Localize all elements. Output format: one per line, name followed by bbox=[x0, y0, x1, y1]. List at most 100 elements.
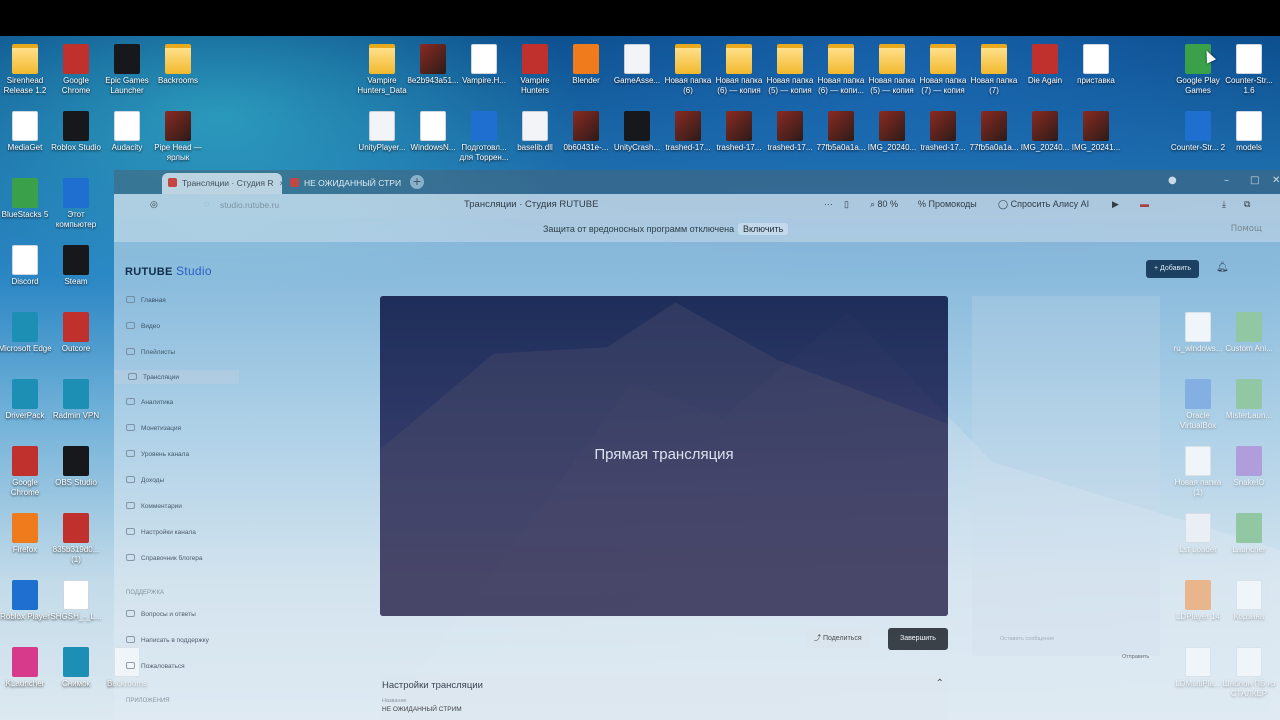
desktop-icon[interactable]: Этот компьютер bbox=[48, 178, 104, 230]
desktop-icon[interactable]: trashed-17... bbox=[762, 111, 818, 153]
desktop-icon[interactable]: Backrooms bbox=[150, 44, 206, 86]
desktop-icon[interactable]: IMG_20241... bbox=[1068, 111, 1124, 153]
desktop-icon[interactable]: Новая папка (7) — копия bbox=[915, 44, 971, 96]
desktop-icon[interactable]: Новая папка (6) — копия bbox=[711, 44, 767, 96]
nav-item-income[interactable]: Доходы bbox=[126, 476, 164, 484]
desktop-icon[interactable]: Google Play Games bbox=[1170, 44, 1226, 96]
profile-icon[interactable]: ● bbox=[1168, 175, 1177, 186]
desktop-icon[interactable]: MediaGet bbox=[0, 111, 53, 153]
desktop-icon[interactable]: 835b319d0... (1) bbox=[48, 513, 104, 565]
desktop-icon[interactable]: Firefox bbox=[0, 513, 53, 555]
settings-title[interactable]: Настройки трансляции bbox=[382, 680, 483, 691]
extension-icon[interactable]: ▬ bbox=[1140, 199, 1149, 209]
desktop-icon[interactable]: SHGSH_-_L... bbox=[48, 580, 104, 622]
desktop-icon[interactable]: приставка bbox=[1068, 44, 1124, 86]
nav-item-channel-settings[interactable]: Настройки канала bbox=[126, 528, 196, 536]
desktop-icon[interactable]: Counter-Str... 2 bbox=[1170, 111, 1226, 153]
nav-item-faq[interactable]: Вопросы и ответы bbox=[126, 610, 196, 618]
promo-button[interactable]: % Промокоды bbox=[918, 199, 977, 209]
desktop-icon[interactable]: IMG_20240... bbox=[864, 111, 920, 153]
desktop-icon[interactable]: Новая папка (5) — копия bbox=[864, 44, 920, 96]
stream-name-value[interactable]: НЕ ОЖИДАННЫЙ СТРИМ bbox=[382, 706, 462, 713]
nav-item-broadcasts[interactable]: Трансляции bbox=[114, 370, 239, 384]
extensions-icon[interactable]: ⧉ bbox=[1244, 199, 1250, 210]
desktop-icon[interactable]: Epic Games Launcher bbox=[99, 44, 155, 96]
minimize-icon[interactable]: – bbox=[1224, 175, 1229, 186]
bookmark-icon[interactable]: ▯ bbox=[844, 199, 849, 210]
nav-item-write-support[interactable]: Написать в поддержку bbox=[126, 636, 209, 644]
tab-studio[interactable]: Трансляции · Студия R × bbox=[162, 173, 282, 194]
desktop-icon[interactable]: Новая папка (6) bbox=[660, 44, 716, 96]
alice-button[interactable]: ◯ Спросить Алису AI bbox=[998, 199, 1089, 210]
desktop-icon[interactable]: Counter-Str... 1.6 bbox=[1221, 44, 1277, 96]
desktop-icon[interactable]: IMG_20240... bbox=[1017, 111, 1073, 153]
back-icon[interactable]: ◎ bbox=[150, 199, 158, 210]
zoom-indicator[interactable]: ⌕ 80 % bbox=[870, 199, 898, 210]
desktop-icon[interactable]: Roblox Studio bbox=[48, 111, 104, 153]
desktop-icon[interactable]: GameAsse... bbox=[609, 44, 665, 86]
desktop-icon[interactable]: Blender bbox=[558, 44, 614, 86]
desktop-icon[interactable]: trashed-17... bbox=[711, 111, 767, 153]
nav-item-playlists[interactable]: Плейлисты bbox=[126, 348, 175, 356]
desktop-icon[interactable]: Google Chrome bbox=[48, 44, 104, 96]
desktop-icon[interactable]: Pipe Head — ярлык bbox=[150, 111, 206, 163]
desktop-icon[interactable]: Microsoft Edge bbox=[0, 312, 53, 354]
desktop-icon[interactable]: trashed-17... bbox=[915, 111, 971, 153]
desktop-icon[interactable]: models bbox=[1221, 111, 1277, 153]
desktop-icon[interactable]: UnityPlayer... bbox=[354, 111, 410, 153]
desktop-icon[interactable]: Vampire Hunters bbox=[507, 44, 563, 96]
chevron-up-icon[interactable]: ⌃ bbox=[936, 678, 944, 689]
desktop-icon[interactable]: Подготовл... для Торрен... bbox=[456, 111, 512, 163]
desktop-icon[interactable]: Новая папка (7) bbox=[966, 44, 1022, 96]
desktop-icon[interactable]: Vampire.H... bbox=[456, 44, 512, 86]
desktop-icon[interactable]: trashed-17... bbox=[660, 111, 716, 153]
nav-item-video[interactable]: Видео bbox=[126, 322, 160, 330]
desktop-icon[interactable]: Roblox Player bbox=[0, 580, 53, 622]
nav-item-complain[interactable]: Пожаловаться bbox=[126, 662, 185, 670]
nav-item-analytics[interactable]: Аналитика bbox=[126, 398, 173, 406]
desktop-icon[interactable]: Die Again bbox=[1017, 44, 1073, 86]
desktop-icon[interactable]: Steam bbox=[48, 245, 104, 287]
desktop-icon[interactable]: Audacity bbox=[99, 111, 155, 153]
rutube-studio-logo[interactable]: RUTUBE Studio bbox=[125, 264, 212, 278]
desktop-icon[interactable]: Radmin VPN bbox=[48, 379, 104, 421]
tab-group[interactable] bbox=[120, 173, 160, 194]
desktop-icon[interactable]: Vampire Hunters_Data bbox=[354, 44, 410, 96]
desktop-icon[interactable]: WindowsN... bbox=[405, 111, 461, 153]
url-field[interactable]: studio.rutube.ru bbox=[220, 200, 279, 210]
play-icon[interactable]: ▶ bbox=[1112, 199, 1119, 210]
desktop-icon[interactable]: Снимок bbox=[48, 647, 104, 689]
desktop-icon[interactable]: Новая папка (5) — копия bbox=[762, 44, 818, 96]
desktop-icon[interactable]: 8e2b943a51... bbox=[405, 44, 461, 86]
desktop-icon[interactable]: BlueStacks 5 bbox=[0, 178, 53, 220]
desktop-icon[interactable]: Discord bbox=[0, 245, 53, 287]
add-button[interactable]: + Добавить bbox=[1146, 260, 1199, 278]
chat-input[interactable]: Оставить сообщение bbox=[1000, 636, 1054, 642]
nav-item-home[interactable]: Главная bbox=[126, 296, 166, 304]
nav-item-monetization[interactable]: Монетизация bbox=[126, 424, 181, 432]
close-tab-icon[interactable]: × bbox=[280, 178, 283, 188]
nav-item-channel-level[interactable]: Уровень канала bbox=[126, 450, 189, 458]
enable-protection-button[interactable]: Включить bbox=[738, 223, 789, 235]
more-icon[interactable]: ··· bbox=[824, 199, 833, 209]
download-icon[interactable]: ⤓ bbox=[1222, 199, 1226, 210]
desktop-icon[interactable]: KLauncher bbox=[0, 647, 53, 689]
nav-item-comments[interactable]: Комментарии bbox=[126, 502, 182, 510]
share-button[interactable]: ⤴ Поделиться bbox=[806, 628, 870, 648]
desktop-icon[interactable]: DriverPack bbox=[0, 379, 53, 421]
notifications-icon[interactable]: 🔔︎ bbox=[1216, 262, 1229, 273]
desktop-icon[interactable]: Новая папка (6) — копи... bbox=[813, 44, 869, 96]
chat-send-button[interactable]: Отправить bbox=[1122, 654, 1149, 660]
desktop-icon[interactable]: baselib.dll bbox=[507, 111, 563, 153]
desktop-icon[interactable]: 0b60431e-... bbox=[558, 111, 614, 153]
finish-stream-button[interactable]: Завершить bbox=[888, 628, 948, 650]
desktop-icon[interactable]: 77fb5a0a1a... bbox=[813, 111, 869, 153]
desktop-icon[interactable]: Sirenhead Release 1.2 bbox=[0, 44, 53, 96]
stream-player[interactable]: Прямая трансляция bbox=[380, 296, 948, 616]
desktop-icon[interactable]: Outcore bbox=[48, 312, 104, 354]
close-window-icon[interactable]: ✕ bbox=[1272, 175, 1280, 186]
maximize-icon[interactable]: □ bbox=[1250, 175, 1259, 186]
desktop-icon[interactable]: UnityCrash... bbox=[609, 111, 665, 153]
tab-stream[interactable]: НЕ ОЖИДАННЫЙ СТРИ bbox=[284, 173, 404, 194]
desktop-icon[interactable]: 77fb5a0a1a... bbox=[966, 111, 1022, 153]
